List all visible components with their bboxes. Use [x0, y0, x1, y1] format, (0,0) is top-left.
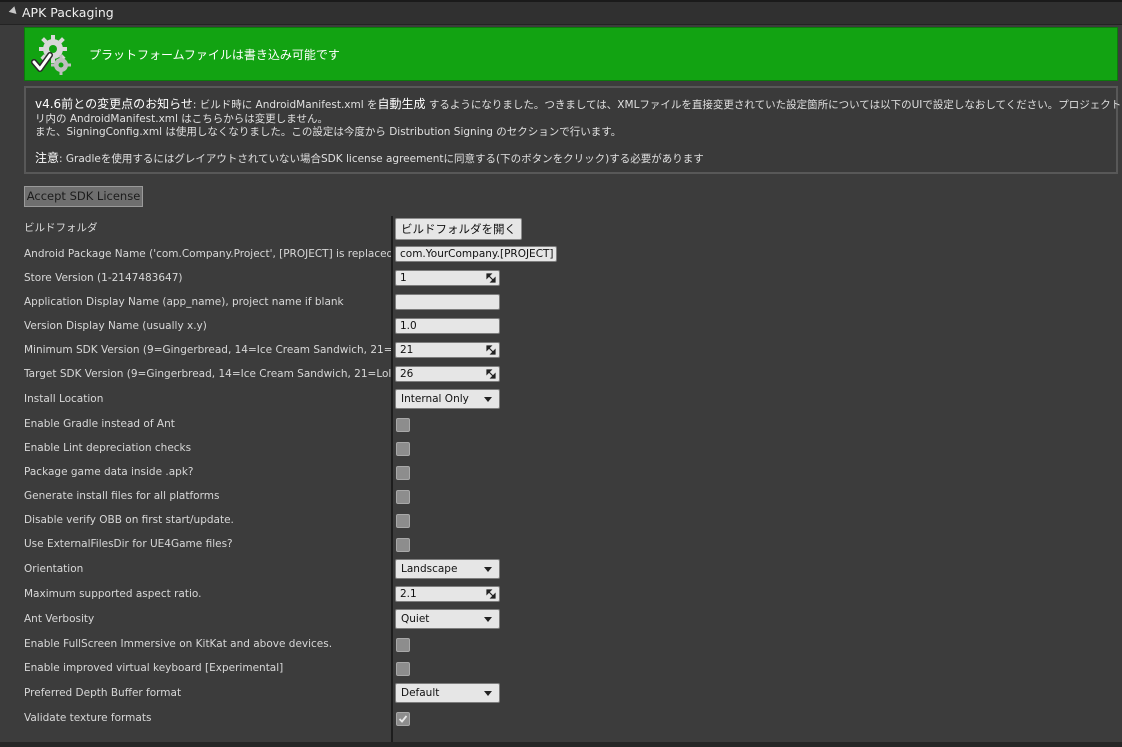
- store-version-value: 1: [400, 272, 407, 284]
- use-external-files-label: Use ExternalFilesDir for UE4Game files?: [24, 538, 233, 550]
- banner-message: プラットフォームファイルは書き込み可能です: [89, 48, 340, 62]
- depth-buffer-value: Default: [401, 687, 440, 699]
- disable-verify-obb-checkbox[interactable]: [396, 514, 410, 528]
- app-display-name-field[interactable]: [395, 294, 500, 310]
- section-title: APK Packaging: [22, 5, 114, 20]
- validate-textures-checkbox[interactable]: [396, 712, 410, 726]
- column-divider[interactable]: [391, 216, 393, 743]
- build-folder-label: ビルドフォルダ: [24, 222, 98, 234]
- fullscreen-immersive-checkbox[interactable]: [396, 638, 410, 652]
- bottom-border: [0, 742, 1122, 747]
- max-aspect-label: Maximum supported aspect ratio.: [24, 588, 202, 600]
- notice-line-3: また、SigningConfig.xml は使用しなくなりました。この設定は今度…: [35, 126, 622, 138]
- notice-line1-part2: するようになりました。つきましては、XMLファイルを直接変更されていた設定箇所に…: [425, 99, 1122, 111]
- note-heading: 注意: [35, 151, 60, 165]
- checkmark-icon: [398, 715, 408, 723]
- ant-verbosity-label: Ant Verbosity: [24, 613, 95, 625]
- resize-arrows-icon: [486, 369, 496, 379]
- collapse-arrow-icon[interactable]: [8, 6, 20, 17]
- max-aspect-value: 2.1: [400, 588, 417, 600]
- open-build-folder-button[interactable]: ビルドフォルダを開く: [395, 218, 522, 240]
- notice-line1-part1: : ビルド時に AndroidManifest.xml を: [192, 99, 378, 111]
- notice-line1-emphasis: 自動生成: [377, 97, 426, 111]
- version-display-name-label: Version Display Name (usually x.y): [24, 320, 207, 332]
- install-location-dropdown[interactable]: Internal Only: [395, 389, 500, 409]
- store-version-label: Store Version (1-2147483647): [24, 272, 183, 284]
- note-text: : Gradleを使用するにはグレイアウトされていない場合SDK license…: [59, 153, 704, 165]
- notice-line-1: v4.6前との変更点のお知らせ: ビルド時に AndroidManifest.x…: [35, 98, 1122, 112]
- chevron-down-icon: [484, 691, 492, 696]
- depth-buffer-dropdown[interactable]: Default: [395, 683, 500, 703]
- section-header-apk-packaging[interactable]: APK Packaging: [0, 2, 1122, 25]
- target-sdk-label: Target SDK Version (9=Gingerbread, 14=Ic…: [24, 368, 391, 380]
- notice-line-2: リ内の AndroidManifest.xml はこちらからは変更しません。: [35, 113, 328, 125]
- accept-sdk-license-button[interactable]: Accept SDK License: [24, 186, 143, 207]
- notice-heading: v4.6前との変更点のお知らせ: [35, 97, 193, 111]
- min-sdk-spinbox[interactable]: 21: [395, 342, 500, 358]
- notice-note: 注意: Gradleを使用するにはグレイアウトされていない場合SDK licen…: [35, 152, 704, 166]
- enable-lint-label: Enable Lint depreciation checks: [24, 442, 192, 454]
- min-sdk-label: Minimum SDK Version (9=Gingerbread, 14=I…: [24, 344, 391, 356]
- changes-notice-box: v4.6前との変更点のお知らせ: ビルド時に AndroidManifest.x…: [24, 86, 1122, 174]
- disable-verify-obb-label: Disable verify OBB on first start/update…: [24, 514, 234, 526]
- gears-check-icon: [31, 35, 71, 75]
- ant-verbosity-value: Quiet: [401, 613, 430, 625]
- app-display-name-label: Application Display Name (app_name), pro…: [24, 296, 344, 308]
- orientation-value: Landscape: [401, 563, 458, 575]
- max-aspect-spinbox[interactable]: 2.1: [395, 586, 500, 602]
- gen-install-files-checkbox[interactable]: [396, 490, 410, 504]
- resize-arrows-icon: [486, 273, 496, 283]
- chevron-down-icon: [484, 617, 492, 622]
- use-external-files-checkbox[interactable]: [396, 538, 410, 552]
- chevron-down-icon: [484, 567, 492, 572]
- enable-lint-checkbox[interactable]: [396, 442, 410, 456]
- improved-keyboard-checkbox[interactable]: [396, 662, 410, 676]
- depth-buffer-label: Preferred Depth Buffer format: [24, 687, 182, 699]
- target-sdk-value: 26: [400, 368, 414, 380]
- version-display-name-field[interactable]: 1.0: [395, 318, 500, 334]
- min-sdk-value: 21: [400, 344, 414, 356]
- package-name-field[interactable]: com.YourCompany.[PROJECT]: [395, 246, 557, 262]
- install-location-label: Install Location: [24, 393, 104, 405]
- fullscreen-immersive-label: Enable FullScreen Immersive on KitKat an…: [24, 638, 333, 650]
- store-version-spinbox[interactable]: 1: [395, 270, 500, 286]
- platform-files-status-banner: プラットフォームファイルは書き込み可能です: [24, 27, 1118, 81]
- chevron-down-icon: [484, 397, 492, 402]
- orientation-dropdown[interactable]: Landscape: [395, 559, 500, 579]
- enable-gradle-label: Enable Gradle instead of Ant: [24, 418, 175, 430]
- enable-gradle-checkbox[interactable]: [396, 418, 410, 432]
- package-in-apk-label: Package game data inside .apk?: [24, 466, 194, 478]
- improved-keyboard-label: Enable improved virtual keyboard [Experi…: [24, 662, 284, 674]
- resize-arrows-icon: [486, 589, 496, 599]
- package-in-apk-checkbox[interactable]: [396, 466, 410, 480]
- package-name-label: Android Package Name ('com.Company.Proje…: [24, 248, 391, 260]
- target-sdk-spinbox[interactable]: 26: [395, 366, 500, 382]
- orientation-label: Orientation: [24, 563, 84, 575]
- gen-install-files-label: Generate install files for all platforms: [24, 490, 220, 502]
- validate-textures-label: Validate texture formats: [24, 712, 152, 724]
- ant-verbosity-dropdown[interactable]: Quiet: [395, 609, 500, 629]
- resize-arrows-icon: [486, 345, 496, 355]
- install-location-value: Internal Only: [401, 393, 469, 405]
